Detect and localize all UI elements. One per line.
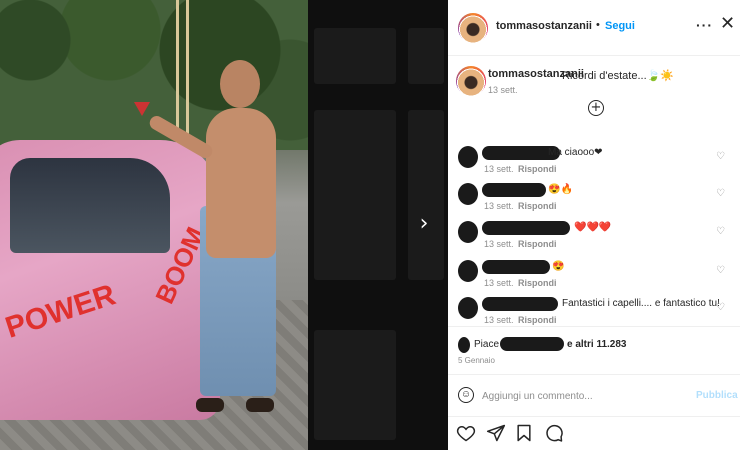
next-post-arrow[interactable]: › xyxy=(412,212,436,236)
reply-button[interactable]: Rispondi xyxy=(518,315,557,325)
comment-icon[interactable] xyxy=(544,423,564,443)
more-options-icon[interactable]: ··· xyxy=(696,17,713,33)
bookmark-icon[interactable] xyxy=(514,423,534,443)
post-header: tommasostanzanii • Segui ··· ✕ xyxy=(448,0,740,56)
redacted-username xyxy=(482,260,550,274)
reply-button[interactable]: Rispondi xyxy=(518,201,557,211)
background-tile xyxy=(408,28,444,84)
comment-item: 😍🔥 13 sett. Rispondi ♡ xyxy=(448,183,740,219)
comment-item: Ma ciaooo❤ 13 sett. Rispondi ♡ xyxy=(448,146,740,182)
post-date: 5 Gennaio xyxy=(458,356,495,365)
road-sign xyxy=(134,102,150,116)
comment-text: 😍 xyxy=(552,261,565,272)
comment-text: ❤️❤️❤️ xyxy=(574,222,612,233)
background-tile xyxy=(314,110,396,280)
reply-button[interactable]: Rispondi xyxy=(518,164,557,174)
comment-time: 13 sett. xyxy=(484,278,514,288)
commenter-avatar[interactable] xyxy=(458,260,478,282)
shoe xyxy=(246,398,274,412)
caption-avatar[interactable] xyxy=(456,66,486,96)
shoe xyxy=(196,398,224,412)
paper-plane-icon[interactable] xyxy=(486,423,506,443)
reply-button[interactable]: Rispondi xyxy=(518,278,557,288)
comment-input[interactable] xyxy=(482,387,682,405)
comment-text: 😍🔥 xyxy=(548,184,573,195)
likes-section: Piace a e altri 11.283 5 Gennaio xyxy=(448,326,740,374)
publish-button[interactable]: Pubblica xyxy=(696,390,738,401)
comment-like-heart-icon[interactable]: ♡ xyxy=(716,188,725,199)
likes-count[interactable]: e altri 11.283 xyxy=(567,339,627,350)
redacted-username xyxy=(482,221,570,235)
comment-like-heart-icon[interactable]: ♡ xyxy=(716,226,725,237)
commenter-avatar[interactable] xyxy=(458,183,478,205)
reply-button[interactable]: Rispondi xyxy=(518,239,557,249)
post-photo[interactable]: POWER BOOM xyxy=(0,0,308,450)
comment-time: 13 sett. xyxy=(484,201,514,211)
caption-text: Ricordi d'estate...🍃☀️ xyxy=(562,70,675,82)
background-tile xyxy=(314,28,396,84)
separator-dot: • xyxy=(596,19,600,31)
head xyxy=(220,60,260,108)
close-icon[interactable]: ✕ xyxy=(720,14,735,34)
person xyxy=(147,60,296,430)
comment-like-heart-icon[interactable]: ♡ xyxy=(716,302,725,313)
avatar[interactable] xyxy=(458,13,488,43)
redacted-username xyxy=(482,297,558,311)
redacted-liker xyxy=(500,337,564,351)
heart-icon[interactable] xyxy=(456,423,476,443)
commenter-avatar[interactable] xyxy=(458,297,478,319)
background-tile xyxy=(314,330,396,440)
comment-item: ❤️❤️❤️ 13 sett. Rispondi ♡ xyxy=(448,221,740,257)
comment-time: 13 sett. xyxy=(484,239,514,249)
action-bar xyxy=(448,416,740,450)
redacted-username xyxy=(482,183,546,197)
comment-time: 13 sett. xyxy=(484,164,514,174)
background-tile xyxy=(408,110,444,280)
load-more-comments-button[interactable]: + xyxy=(588,100,604,116)
torso xyxy=(206,108,276,258)
liker-avatar[interactable] xyxy=(458,337,470,353)
caption-time: 13 sett. xyxy=(488,85,518,95)
follow-button[interactable]: Segui xyxy=(605,20,635,32)
comment-like-heart-icon[interactable]: ♡ xyxy=(716,151,725,162)
comment-text: Fantastici i capelli.... e fantastico tu… xyxy=(562,298,720,309)
commenter-avatar[interactable] xyxy=(458,221,478,243)
add-comment-bar: ☺ Pubblica xyxy=(448,374,740,416)
comment-item: 😍 13 sett. Rispondi ♡ xyxy=(448,260,740,296)
emoji-icon[interactable]: ☺ xyxy=(458,387,474,403)
post-side-panel: tommasostanzanii • Segui ··· ✕ tommasost… xyxy=(448,0,740,450)
car-window xyxy=(10,158,170,253)
commenter-avatar[interactable] xyxy=(458,146,478,168)
comment-like-heart-icon[interactable]: ♡ xyxy=(716,265,725,276)
post-viewer: POWER BOOM › tommasostanzanii • Segui ··… xyxy=(0,0,740,450)
comment-time: 13 sett. xyxy=(484,315,514,325)
comment-text: Ma ciaooo❤ xyxy=(548,147,603,158)
header-username[interactable]: tommasostanzanii xyxy=(496,20,592,32)
